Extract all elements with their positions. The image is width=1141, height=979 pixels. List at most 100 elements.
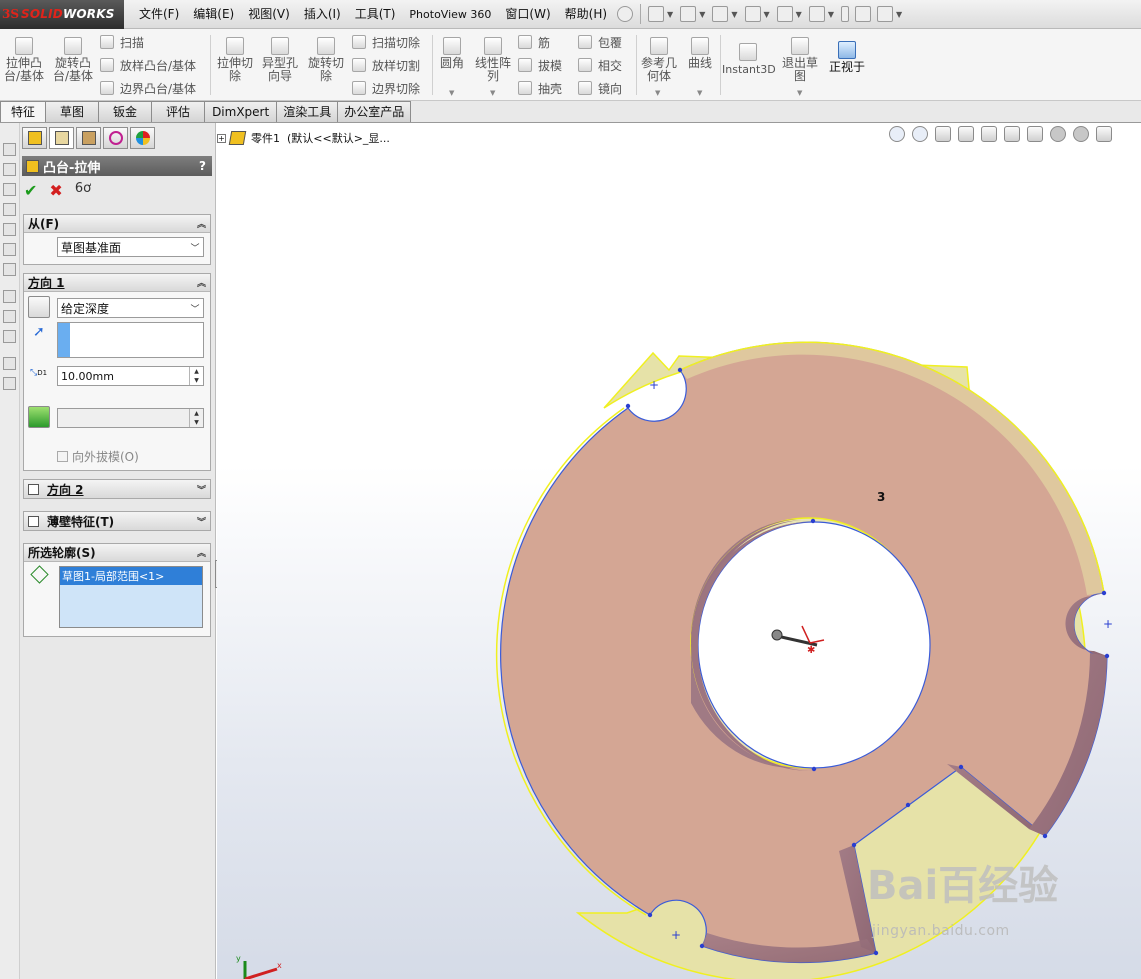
exit-sketch-dropdown-icon[interactable]: ▼ bbox=[797, 89, 802, 97]
selected-contours-group-header[interactable]: 所选轮廓(S) ︽ bbox=[24, 544, 210, 562]
solidworks-logo[interactable]: 3S SOLIDWORKS bbox=[0, 0, 124, 29]
menu-help[interactable]: 帮助(H) bbox=[558, 0, 614, 29]
collapse-chevron-icon[interactable]: ︽ bbox=[197, 217, 206, 230]
toolbar-line-icon[interactable] bbox=[3, 290, 16, 303]
revolve-cut-button[interactable]: 旋转切 除 bbox=[304, 37, 348, 83]
reverse-direction-button[interactable] bbox=[28, 296, 50, 318]
hole-wizard-button[interactable]: 异型孔 向导 bbox=[258, 37, 302, 83]
view-orientation-icon[interactable] bbox=[981, 126, 997, 142]
view-settings-icon[interactable] bbox=[1096, 126, 1112, 142]
curves-button[interactable]: 曲线 bbox=[684, 37, 716, 70]
linear-pattern-button[interactable]: 线性阵 列 bbox=[472, 37, 514, 83]
depth-input[interactable]: 10.00mm ▲ ▼ bbox=[57, 366, 204, 386]
tab-sketch[interactable]: 草图 bbox=[45, 101, 100, 122]
tab-features[interactable]: 特征 bbox=[0, 101, 47, 122]
menu-edit[interactable]: 编辑(E) bbox=[186, 0, 241, 29]
print-dropdown-icon[interactable]: ▼ bbox=[764, 10, 770, 19]
from-start-condition-select[interactable]: 草图基准面 ﹀ bbox=[57, 237, 204, 257]
display-style-icon[interactable] bbox=[1004, 126, 1020, 142]
zoom-to-area-icon[interactable] bbox=[912, 126, 928, 142]
display-manager-tab[interactable] bbox=[130, 127, 155, 149]
toolbar-cube-icon[interactable] bbox=[3, 143, 16, 156]
mirror-button[interactable]: 镜向 bbox=[578, 79, 622, 97]
menu-insert[interactable]: 插入(I) bbox=[297, 0, 348, 29]
direction1-group-header[interactable]: 方向 1 ︽ bbox=[24, 274, 210, 292]
menu-tools[interactable]: 工具(T) bbox=[348, 0, 403, 29]
cancel-x-icon[interactable]: ✖ bbox=[49, 181, 62, 200]
fillet-button[interactable]: 圆角 bbox=[436, 37, 468, 70]
pin-icon[interactable] bbox=[617, 6, 634, 22]
feature-manager-tab[interactable] bbox=[22, 127, 47, 149]
intersect-button[interactable]: 相交 bbox=[578, 56, 622, 74]
direction-vector-field[interactable] bbox=[57, 322, 204, 358]
hide-show-items-icon[interactable] bbox=[1027, 126, 1043, 142]
expand-chevron-icon[interactable]: ︾ bbox=[197, 515, 206, 528]
section-view-icon[interactable] bbox=[958, 126, 974, 142]
toolbar-copy-icon[interactable] bbox=[3, 357, 16, 370]
new-document-icon[interactable] bbox=[648, 6, 665, 22]
thin-feature-group-header[interactable]: 薄壁特征(T) ︾ bbox=[24, 512, 210, 530]
undo-dropdown-icon[interactable]: ▼ bbox=[796, 10, 802, 19]
boundary-boss-button[interactable]: 边界凸台/基体 bbox=[100, 79, 196, 97]
detailed-preview-glasses-icon[interactable]: 6ơ bbox=[75, 181, 91, 200]
toolbar-cube-icon[interactable] bbox=[3, 163, 16, 176]
selected-contours-list[interactable]: 草图1-局部范围<1> bbox=[59, 566, 203, 628]
exit-sketch-button[interactable]: 退出草 图 bbox=[780, 37, 820, 83]
spin-arrows-icon[interactable]: ▲ ▼ bbox=[189, 367, 203, 385]
options-icon[interactable] bbox=[876, 6, 893, 22]
menu-file[interactable]: 文件(F) bbox=[132, 0, 186, 29]
zoom-to-fit-icon[interactable] bbox=[889, 126, 905, 142]
ref-geometry-dropdown-icon[interactable]: ▼ bbox=[655, 89, 660, 97]
dimension-label[interactable]: 3 bbox=[877, 490, 885, 504]
help-button[interactable]: ? bbox=[199, 159, 206, 173]
end-condition-select[interactable]: 给定深度 ﹀ bbox=[57, 298, 204, 318]
menu-photoview[interactable]: PhotoView 360 bbox=[402, 0, 498, 29]
tab-sheet-metal[interactable]: 钣金 bbox=[98, 101, 153, 122]
tab-render-tools[interactable]: 渲染工具 bbox=[276, 101, 339, 122]
toolbar-cube-icon[interactable] bbox=[3, 203, 16, 216]
normal-to-button[interactable]: 正视于 bbox=[825, 41, 869, 74]
configuration-manager-tab[interactable] bbox=[76, 127, 101, 149]
sweep-cut-button[interactable]: 扫描切除 bbox=[352, 33, 420, 51]
rebuild-icon[interactable] bbox=[840, 6, 849, 22]
curves-dropdown-icon[interactable]: ▼ bbox=[697, 89, 702, 97]
model-view[interactable]: + + + ✱ y x 3 bbox=[217, 123, 1141, 979]
boundary-cut-button[interactable]: 边界切除 bbox=[352, 79, 420, 97]
toolbar-cube-icon[interactable] bbox=[3, 223, 16, 236]
toolbar-cube-icon[interactable] bbox=[3, 243, 16, 256]
edit-appearance-icon[interactable] bbox=[1050, 126, 1066, 142]
fillet-dropdown-icon[interactable]: ▼ bbox=[449, 89, 454, 97]
dimxpert-manager-tab[interactable] bbox=[103, 127, 128, 149]
list-item[interactable]: 草图1-局部范围<1> bbox=[60, 567, 202, 585]
from-group-header[interactable]: 从(F) ︽ bbox=[24, 215, 210, 233]
direction2-checkbox[interactable] bbox=[28, 483, 39, 495]
pattern-dropdown-icon[interactable]: ▼ bbox=[490, 89, 495, 97]
apply-scene-icon[interactable] bbox=[1073, 126, 1089, 142]
thin-feature-checkbox[interactable] bbox=[28, 515, 39, 527]
tab-office-products[interactable]: 办公室产品 bbox=[337, 101, 412, 122]
new-dropdown-icon[interactable]: ▼ bbox=[667, 10, 673, 19]
graphics-area[interactable]: + + + ✱ y x 3 + 零件1 (默认<<默认>_显... Bai百经验… bbox=[217, 123, 1141, 979]
undo-icon[interactable] bbox=[776, 6, 793, 22]
print-icon[interactable] bbox=[744, 6, 761, 22]
menu-window[interactable]: 窗口(W) bbox=[498, 0, 557, 29]
shell-button[interactable]: 抽壳 bbox=[518, 79, 562, 97]
direction2-group-header[interactable]: 方向 2 ︾ bbox=[24, 480, 210, 498]
toolbar-shape-icon[interactable] bbox=[3, 263, 16, 276]
select-dropdown-icon[interactable]: ▼ bbox=[828, 10, 834, 19]
rib-button[interactable]: 筋 bbox=[518, 33, 550, 51]
expand-chevron-icon[interactable]: ︾ bbox=[197, 483, 206, 496]
property-manager-tab[interactable] bbox=[49, 127, 74, 149]
draft-toggle-button[interactable] bbox=[28, 406, 50, 428]
file-properties-icon[interactable] bbox=[854, 6, 871, 22]
toolbar-grid-icon[interactable] bbox=[3, 330, 16, 343]
open-icon[interactable] bbox=[680, 6, 697, 22]
previous-view-icon[interactable] bbox=[935, 126, 951, 142]
instant3d-button[interactable]: Instant3D bbox=[722, 43, 776, 76]
toolbar-copy-icon[interactable] bbox=[3, 377, 16, 390]
tab-evaluate[interactable]: 评估 bbox=[151, 101, 206, 122]
collapse-chevron-icon[interactable]: ︽ bbox=[197, 546, 206, 559]
revolve-boss-button[interactable]: 旋转凸 台/基体 bbox=[50, 37, 96, 83]
tab-dimxpert[interactable]: DimXpert bbox=[204, 101, 278, 122]
toolbar-cube-icon[interactable] bbox=[3, 183, 16, 196]
